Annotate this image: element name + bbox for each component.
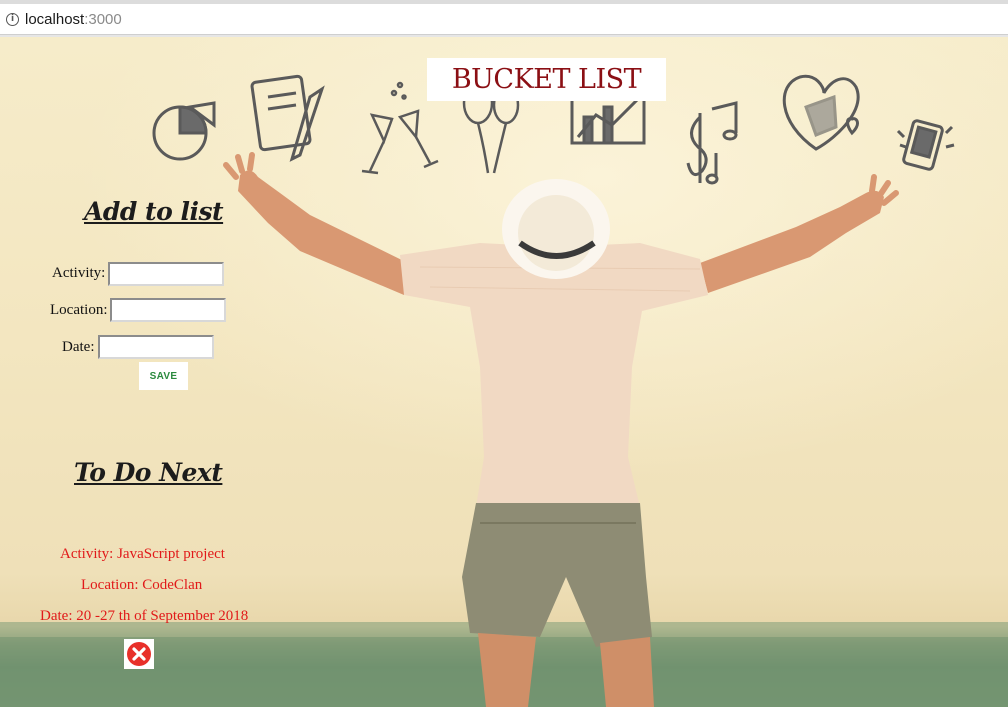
todo-activity: Activity: JavaScript project: [60, 546, 225, 562]
save-button[interactable]: SAVE: [139, 362, 188, 390]
add-to-list-heading: Add to list: [84, 197, 224, 226]
pie-chart-icon: [152, 101, 216, 161]
notebook-icon: [250, 74, 325, 162]
to-do-next-heading: To Do Next: [74, 458, 223, 487]
delete-button[interactable]: [124, 639, 154, 669]
url-port: :3000: [84, 10, 122, 28]
info-icon[interactable]: i: [6, 12, 19, 26]
bar-chart-icon: [570, 93, 646, 145]
date-input[interactable]: [98, 335, 214, 359]
page-viewport: BUCKET LIST Add to list Activity: Locati…: [0, 37, 1008, 707]
delete-icon: [127, 642, 151, 666]
music-notes-icon: [686, 101, 738, 185]
activity-label: Activity:: [52, 265, 106, 281]
date-label: Date:: [62, 339, 95, 355]
address-bar[interactable]: i localhost:3000: [0, 4, 1008, 35]
activity-input[interactable]: [108, 262, 224, 286]
location-label: Location:: [50, 302, 108, 318]
heart-icon: [782, 74, 860, 151]
todo-date: Date: 20 -27 th of September 2018: [40, 608, 249, 624]
page-title: BUCKET LIST: [427, 58, 666, 101]
phone-icon: [896, 119, 955, 171]
url-host: localhost: [25, 10, 85, 28]
todo-location: Location: CodeClan: [81, 577, 203, 593]
location-input[interactable]: [110, 298, 226, 322]
